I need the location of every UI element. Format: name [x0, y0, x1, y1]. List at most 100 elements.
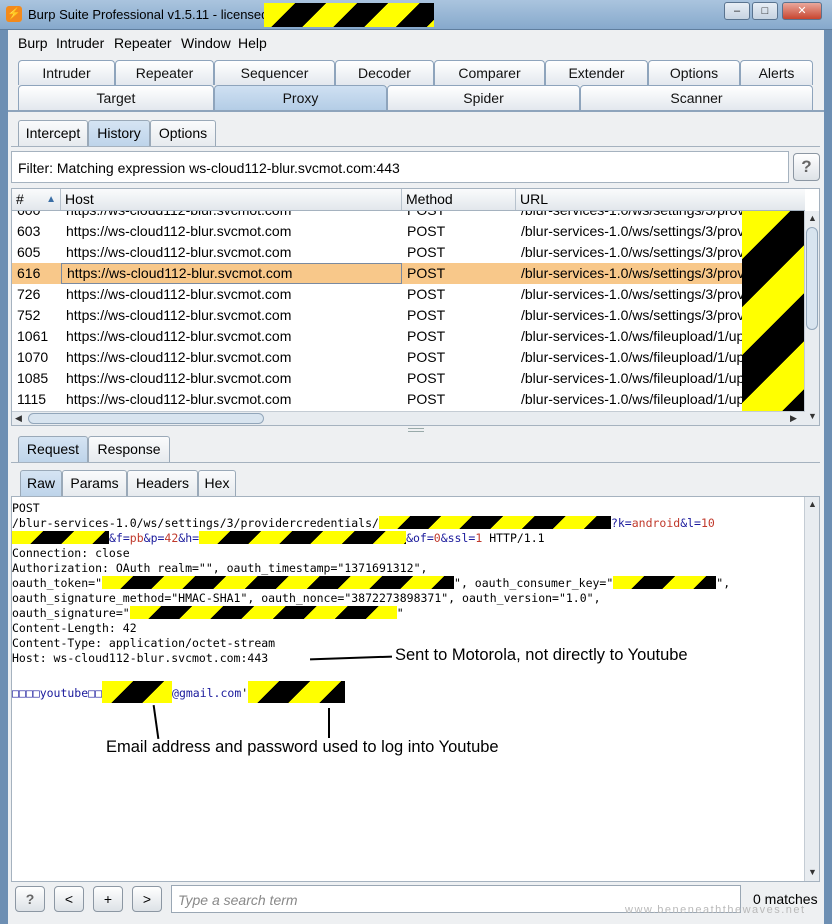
- cell-method: POST: [407, 370, 446, 386]
- tab-headers[interactable]: Headers: [127, 470, 198, 496]
- filter-bar[interactable]: Filter: Matching expression ws-cloud112-…: [11, 151, 789, 183]
- redacted-oauth-signature: [129, 606, 397, 619]
- annotation-host-note: Sent to Motorola, not directly to Youtub…: [395, 646, 688, 664]
- tab-params[interactable]: Params: [62, 470, 127, 496]
- cell-host: https://ws-cloud112-blur.svcmot.com: [66, 370, 292, 386]
- tab-scanner[interactable]: Scanner: [580, 85, 813, 110]
- tab-extender[interactable]: Extender: [545, 60, 648, 85]
- path-text: /blur-services-1.0/ws/settings/3/provide…: [12, 516, 379, 530]
- column-header-url[interactable]: URL: [516, 189, 805, 210]
- editor-vertical-scrollbar[interactable]: ▲ ▼: [804, 497, 819, 881]
- query-key-l: &l=: [680, 516, 701, 530]
- cell-host: https://ws-cloud112-blur.svcmot.com: [66, 286, 292, 302]
- tab-spider[interactable]: Spider: [387, 85, 580, 110]
- table-vertical-scroll-thumb[interactable]: [806, 227, 818, 330]
- tab-history[interactable]: History: [88, 120, 150, 146]
- request-editor[interactable]: POST /blur-services-1.0/ws/settings/3/pr…: [11, 496, 820, 882]
- next-match-button[interactable]: >: [132, 886, 162, 912]
- menu-intruder[interactable]: Intruder: [56, 35, 104, 51]
- redacted-consumer-key: [613, 576, 717, 589]
- cell-method: POST: [407, 223, 446, 239]
- tab-intercept[interactable]: Intercept: [18, 120, 88, 146]
- redacted-url-column: [742, 211, 805, 411]
- subtab-divider: [11, 146, 820, 147]
- menu-burp[interactable]: Burp: [18, 35, 48, 51]
- tab-divider: [8, 110, 824, 112]
- cell-number: 603: [17, 223, 41, 239]
- header-host: Host: ws-cloud112-blur.svcmot.com:443: [12, 651, 269, 665]
- redacted-password: [248, 681, 346, 703]
- cell-number: 616: [17, 265, 41, 281]
- tab-repeater[interactable]: Repeater: [115, 60, 214, 85]
- table-vertical-scrollbar[interactable]: ▲ ▼: [804, 211, 819, 425]
- column-header-method[interactable]: Method: [402, 189, 516, 210]
- cell-host: https://ws-cloud112-blur.svcmot.com: [66, 391, 292, 407]
- query-value-f: pb: [129, 531, 144, 545]
- cell-host: https://ws-cloud112-blur.svcmot.com: [66, 244, 292, 260]
- tab-proxy-options[interactable]: Options: [150, 120, 216, 146]
- tab-hex[interactable]: Hex: [198, 470, 236, 496]
- column-header-number-label: #: [16, 191, 24, 207]
- table-row[interactable]: 616 https://ws-cloud112-blur.svcmot.com PO…: [12, 263, 805, 284]
- close-button[interactable]: ✕: [782, 2, 822, 20]
- body-email-domain: @gmail.com: [172, 686, 242, 700]
- scroll-down-arrow-icon[interactable]: ▼: [808, 411, 817, 421]
- search-help-button[interactable]: ?: [15, 886, 45, 912]
- scroll-up-arrow-icon[interactable]: ▲: [808, 499, 817, 509]
- redacted-credential-id: [378, 516, 611, 529]
- request-line-path: /blur-services-1.0/ws/settings/3/provide…: [12, 516, 715, 531]
- tab-proxy[interactable]: Proxy: [214, 85, 387, 110]
- table-row[interactable]: 605 https://ws-cloud112-blur.svcmot.com PO…: [12, 242, 805, 263]
- menu-help[interactable]: Help: [238, 35, 267, 51]
- oauth-token-key: oauth_token=": [12, 576, 103, 590]
- redacted-h-value: [199, 531, 407, 544]
- tab-request[interactable]: Request: [18, 436, 88, 462]
- menu-repeater[interactable]: Repeater: [114, 35, 172, 51]
- tab-options[interactable]: Options: [648, 60, 740, 85]
- tab-alerts[interactable]: Alerts: [740, 60, 813, 85]
- table-row[interactable]: 726 https://ws-cloud112-blur.svcmot.com PO…: [12, 284, 805, 305]
- title-bar: ⚡ Burp Suite Professional v1.5.11 - lice…: [0, 0, 832, 30]
- annotation-arrow-password: [328, 708, 330, 738]
- cell-number: 752: [17, 307, 41, 323]
- scroll-right-arrow-icon[interactable]: ▶: [790, 413, 797, 424]
- scroll-down-arrow-icon[interactable]: ▼: [808, 867, 817, 877]
- table-row[interactable]: 752 https://ws-cloud112-blur.svcmot.com PO…: [12, 305, 805, 326]
- table-row[interactable]: 1085 https://ws-cloud112-blur.svcmot.com P…: [12, 368, 805, 389]
- header-content-type: Content-Type: application/octet-stream: [12, 636, 276, 650]
- table-row[interactable]: 603 https://ws-cloud112-blur.svcmot.com PO…: [12, 221, 805, 242]
- redacted-oauth-token: [102, 576, 455, 589]
- body-separator: ': [241, 686, 249, 700]
- split-pane-handle[interactable]: [408, 428, 424, 432]
- column-header-host[interactable]: Host: [61, 189, 402, 210]
- add-search-button[interactable]: +: [93, 886, 123, 912]
- tab-raw[interactable]: Raw: [20, 470, 62, 496]
- tab-sequencer[interactable]: Sequencer: [214, 60, 335, 85]
- table-horizontal-scrollbar[interactable]: ◀ ▶: [12, 411, 805, 425]
- cell-method: POST: [407, 391, 446, 407]
- header-oauth-signature: oauth_signature=" ": [12, 606, 404, 621]
- cell-number: 1085: [17, 370, 49, 386]
- maximize-button[interactable]: □: [752, 2, 778, 20]
- scroll-up-arrow-icon[interactable]: ▲: [808, 213, 817, 223]
- tab-response[interactable]: Response: [88, 436, 170, 462]
- filter-help-button[interactable]: ?: [793, 153, 820, 181]
- tab-intruder[interactable]: Intruder: [18, 60, 115, 85]
- column-header-number[interactable]: # ▲: [12, 189, 61, 210]
- query-key-ssl: &ssl=: [440, 531, 476, 545]
- minimize-button[interactable]: –: [724, 2, 750, 20]
- table-horizontal-scroll-thumb[interactable]: [28, 413, 264, 424]
- table-row[interactable]: 600 https://ws-cloud112-blur.svcmot.com …: [12, 211, 805, 221]
- scroll-left-arrow-icon[interactable]: ◀: [15, 413, 22, 424]
- tab-decoder[interactable]: Decoder: [335, 60, 434, 85]
- window-title: Burp Suite Professional v1.5.11 - licens…: [28, 7, 283, 22]
- previous-match-button[interactable]: <: [54, 886, 84, 912]
- table-row[interactable]: 1061 https://ws-cloud112-blur.svcmot.com P…: [12, 326, 805, 347]
- menu-window[interactable]: Window: [181, 35, 231, 51]
- header-connection: Connection: close: [12, 546, 130, 560]
- tab-target[interactable]: Target: [18, 85, 214, 110]
- query-value-l: 10: [700, 516, 715, 530]
- tab-comparer[interactable]: Comparer: [434, 60, 545, 85]
- table-row[interactable]: 1070 https://ws-cloud112-blur.svcmot.com P…: [12, 347, 805, 368]
- table-row[interactable]: 1115 https://ws-cloud112-blur.svcmot.com P…: [12, 389, 805, 410]
